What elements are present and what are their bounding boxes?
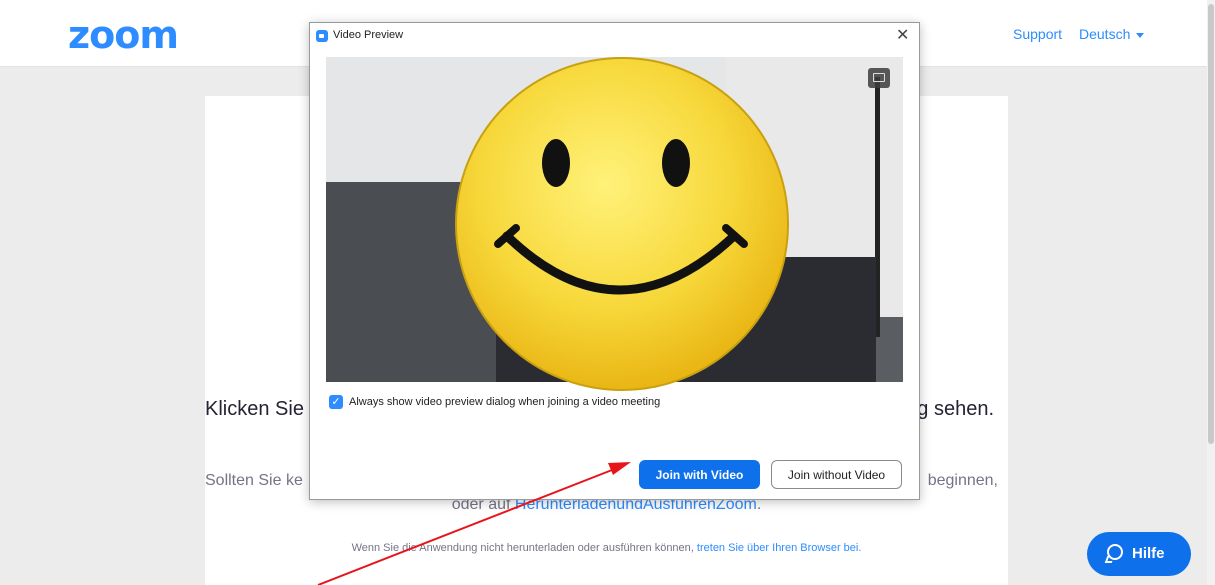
chat-bubble-icon <box>1107 544 1123 560</box>
launch-instruction-start: Klicken Sie <box>205 398 304 420</box>
zoom-logo[interactable]: zoom <box>68 16 179 54</box>
background-icon[interactable] <box>868 68 890 88</box>
page-scrollbar[interactable] <box>1207 0 1215 585</box>
scrollbar-thumb[interactable] <box>1208 4 1214 444</box>
caret-down-icon <box>1136 32 1145 38</box>
join-without-video-button[interactable]: Join without Video <box>771 460 902 489</box>
close-icon[interactable]: ✕ <box>896 25 909 45</box>
launch-instruction-end: g sehen. <box>917 398 994 420</box>
language-dropdown[interactable]: Deutsch <box>1079 26 1145 42</box>
browser-join-text: Wenn Sie die Anwendung nicht herunterlad… <box>351 542 694 554</box>
checkbox-label[interactable]: Always show video preview dialog when jo… <box>349 396 660 408</box>
download-instruction-end: beginnen, <box>927 472 998 489</box>
help-button[interactable]: Hilfe <box>1087 532 1191 576</box>
support-link[interactable]: Support <box>1013 26 1062 42</box>
video-app-icon <box>316 30 328 42</box>
help-label: Hilfe <box>1132 545 1165 562</box>
join-with-video-button[interactable]: Join with Video <box>639 460 760 489</box>
language-label: Deutsch <box>1079 26 1131 42</box>
checkbox-checked-icon[interactable]: ✓ <box>329 395 343 409</box>
join-from-browser-link[interactable]: treten Sie über Ihren Browser bei. <box>697 542 861 554</box>
browser-join-instruction: Wenn Sie die Anwendung nicht herunterlad… <box>205 542 1008 554</box>
dialog-title: Video Preview <box>333 29 404 41</box>
download-instruction-start: Sollten Sie ke <box>205 472 303 489</box>
smiley-icon <box>455 57 789 391</box>
